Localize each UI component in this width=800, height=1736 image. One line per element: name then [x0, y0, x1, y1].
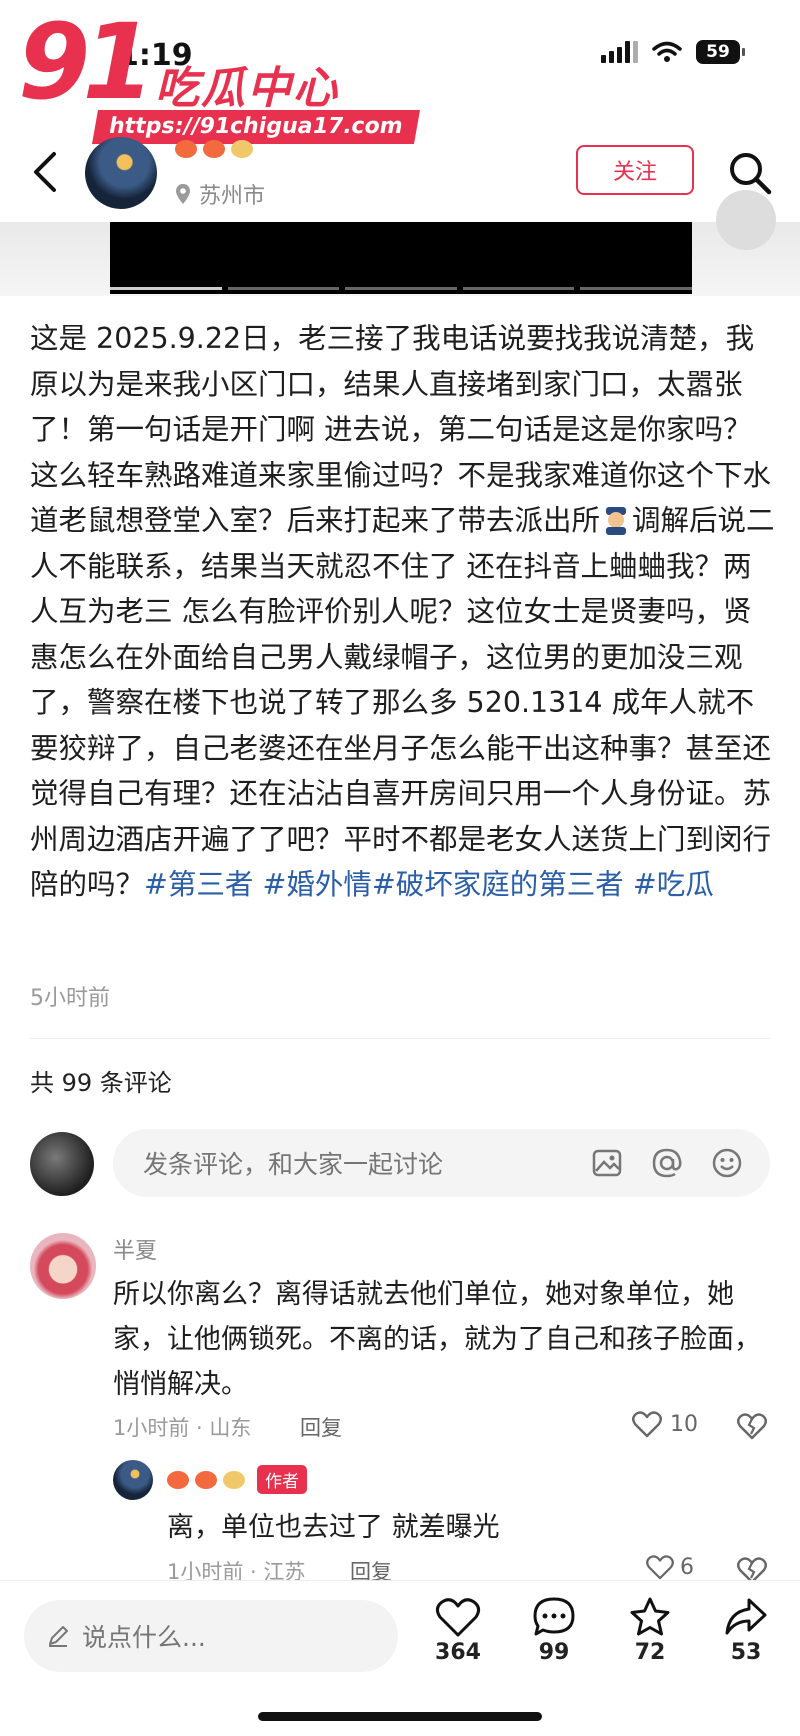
post-timestamp: 5小时前 — [30, 986, 110, 1011]
author-reply-badges: 作者 — [167, 1465, 307, 1494]
comment-text: 所以你离么？离得话就去他们单位，她对象单位，她家，让他俩锁死。不离的话，就为了自… — [113, 1279, 761, 1400]
like-button[interactable]: 364 — [418, 1596, 498, 1665]
media-page-indicator — [110, 287, 692, 290]
share-button[interactable]: 53 — [706, 1596, 786, 1665]
police-officer-emoji-icon — [606, 507, 627, 535]
author-location: 苏州市 — [175, 178, 265, 210]
peach-emoji-icon — [195, 1470, 217, 1489]
author-avatar[interactable] — [85, 137, 157, 209]
comment-text: 离，单位也去过了 就差曝光 — [167, 1512, 500, 1543]
comment-bubble-icon — [533, 1597, 575, 1636]
author-reply-avatar[interactable] — [113, 1460, 153, 1500]
comment-like-button[interactable]: 6 — [646, 1554, 694, 1580]
follow-button[interactable]: 关注 — [576, 145, 694, 195]
mention-at-icon[interactable] — [651, 1147, 683, 1179]
status-icons: 59 — [601, 40, 745, 64]
comment-meta: 1小时前 · 山东 — [113, 1416, 252, 1440]
pen-icon — [49, 1626, 68, 1647]
location-pin-icon — [176, 184, 190, 204]
comment-button[interactable]: 99 — [514, 1596, 594, 1665]
hashtag-link[interactable]: #破坏家庭的第三者 — [372, 868, 624, 901]
media-overlay-button[interactable] — [716, 190, 776, 250]
cellular-signal-icon — [601, 41, 638, 63]
search-icon[interactable] — [727, 150, 773, 196]
author-badges — [175, 140, 253, 158]
image-icon[interactable] — [591, 1147, 623, 1179]
broken-heart-icon[interactable] — [736, 1410, 768, 1442]
comment-like-count: 10 — [670, 1411, 698, 1437]
post-text-part-2: 调解后说二人不能联系，结果当天就忍不住了 还在抖音上蛐蛐我？两人互为老三 怎么有… — [30, 504, 775, 901]
quick-comment-input[interactable] — [80, 1600, 384, 1674]
heart-icon — [435, 1598, 481, 1637]
cupcake-emoji-icon — [223, 1470, 245, 1489]
hashtag-link[interactable]: #吃瓜 — [633, 868, 714, 901]
favorite-button[interactable]: 72 — [610, 1596, 690, 1665]
peach-emoji-icon — [175, 140, 197, 158]
commenter-avatar[interactable] — [30, 1233, 96, 1299]
back-arrow-icon[interactable] — [30, 150, 60, 194]
current-user-avatar — [30, 1132, 94, 1196]
reply-button[interactable]: 回复 — [300, 1412, 342, 1442]
hashtag-link[interactable]: #第三者 — [144, 868, 253, 901]
comment-input-box[interactable] — [113, 1129, 770, 1199]
wifi-icon — [652, 41, 682, 62]
share-count: 53 — [730, 1640, 762, 1665]
peach-emoji-icon — [203, 140, 225, 158]
watermark-url: https://91chigua17.com — [92, 110, 420, 144]
cupcake-emoji-icon — [231, 140, 253, 158]
heart-icon — [646, 1555, 674, 1580]
star-icon — [630, 1597, 670, 1636]
comment-count: 99 — [538, 1640, 570, 1665]
watermark-logo-title: 吃瓜中心 — [155, 63, 339, 114]
heart-icon — [632, 1411, 662, 1438]
comment-like-count: 6 — [680, 1554, 694, 1580]
quick-comment-box[interactable] — [24, 1600, 398, 1674]
like-count: 364 — [435, 1640, 481, 1665]
watermark-logo-number: 91 — [18, 1, 155, 123]
divider — [30, 1038, 770, 1039]
comment-input[interactable] — [141, 1129, 575, 1199]
home-indicator — [258, 1712, 542, 1721]
author-badge: 作者 — [257, 1465, 307, 1494]
comment-like-button[interactable]: 10 — [632, 1410, 698, 1438]
share-arrow-icon — [725, 1598, 767, 1635]
favorite-count: 72 — [634, 1640, 666, 1665]
commenter-name[interactable]: 半夏 — [113, 1233, 157, 1265]
comments-count: 共 99 条评论 — [30, 1069, 172, 1097]
peach-emoji-icon — [167, 1470, 189, 1489]
media-image[interactable] — [110, 222, 692, 294]
hashtag-link[interactable]: #婚外情 — [262, 868, 371, 901]
battery-icon: 59 — [696, 40, 745, 64]
emoji-icon[interactable] — [711, 1147, 743, 1179]
post-body: 这是 2025.9.22日，老三接了我电话说要找我说清楚，我原以为是来我小区门口… — [30, 316, 778, 908]
location-text: 苏州市 — [199, 184, 266, 209]
